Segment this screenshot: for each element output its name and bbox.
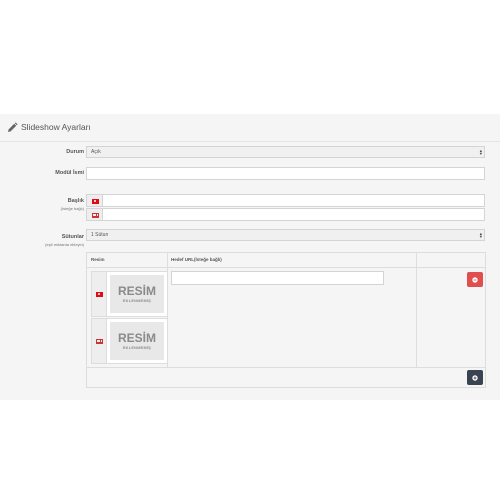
- placeholder-text: RESİM: [117, 331, 156, 345]
- title-input-group-tr: [86, 194, 485, 207]
- panel-title: Slideshow Ayarları: [21, 122, 91, 132]
- image-column-header: Resim: [91, 257, 105, 262]
- minus-circle-icon: [472, 276, 478, 283]
- slides-table: Resim Hedef URL(İsteğe bağlı) RESİM EKLE…: [86, 252, 486, 388]
- add-slide-button[interactable]: [467, 370, 483, 385]
- footer-divider: [87, 367, 485, 368]
- language-addon: [91, 271, 107, 317]
- plus-circle-icon: [472, 374, 478, 381]
- title-help: (İsteğe bağlı): [60, 206, 84, 211]
- gb-flag-icon: [92, 213, 99, 218]
- url-column-header: Hedef URL(İsteğe bağlı): [171, 257, 222, 262]
- title-input-tr[interactable]: [103, 194, 485, 207]
- pencil-icon: [8, 122, 18, 132]
- columns-help: (eşit miktarda ekleyin): [45, 242, 84, 247]
- columns-label: Sütunlar: [61, 234, 84, 240]
- placeholder-subtext: EKLENMEMİŞ: [122, 346, 152, 350]
- columns-select[interactable]: 1 Sütun ▴ ▾: [86, 229, 485, 241]
- title-label: Başlık: [67, 198, 84, 204]
- language-addon: [86, 208, 103, 221]
- status-label: Durum: [66, 149, 84, 155]
- placeholder-text: RESİM: [117, 284, 156, 298]
- placeholder-subtext: EKLENMEMİŞ: [122, 299, 152, 303]
- slide-image-group-tr: RESİM EKLENMEMİŞ: [91, 271, 168, 317]
- slide-image-tr[interactable]: RESİM EKLENMEMİŞ: [106, 271, 168, 317]
- module-name-input[interactable]: [86, 167, 485, 180]
- column-divider: [416, 253, 417, 367]
- tr-flag-icon: [92, 199, 99, 204]
- select-arrows-icon: ▴ ▾: [479, 231, 482, 239]
- language-addon: [91, 318, 107, 364]
- status-value: Açık: [91, 149, 101, 155]
- language-addon: [86, 194, 103, 207]
- no-image-placeholder: RESİM EKLENMEMİŞ: [110, 275, 164, 313]
- title-input-en[interactable]: [103, 208, 485, 221]
- title-input-group-en: [86, 208, 485, 221]
- panel-heading: Slideshow Ayarları: [0, 114, 500, 142]
- slide-image-group-en: RESİM EKLENMEMİŞ: [91, 318, 168, 364]
- remove-slide-button[interactable]: [467, 272, 483, 287]
- module-name-label: Modül İsmi: [55, 170, 84, 176]
- select-arrows-icon: ▴ ▾: [479, 148, 482, 156]
- columns-value: 1 Sütun: [91, 232, 109, 238]
- header-divider: [87, 267, 485, 268]
- action-column-header: [416, 253, 486, 267]
- status-select[interactable]: Açık ▴ ▾: [86, 146, 485, 158]
- gb-flag-icon: [96, 339, 103, 344]
- slide-image-en[interactable]: RESİM EKLENMEMİŞ: [106, 318, 168, 364]
- target-url-input[interactable]: [171, 271, 384, 285]
- no-image-placeholder: RESİM EKLENMEMİŞ: [110, 322, 164, 360]
- tr-flag-icon: [96, 292, 103, 297]
